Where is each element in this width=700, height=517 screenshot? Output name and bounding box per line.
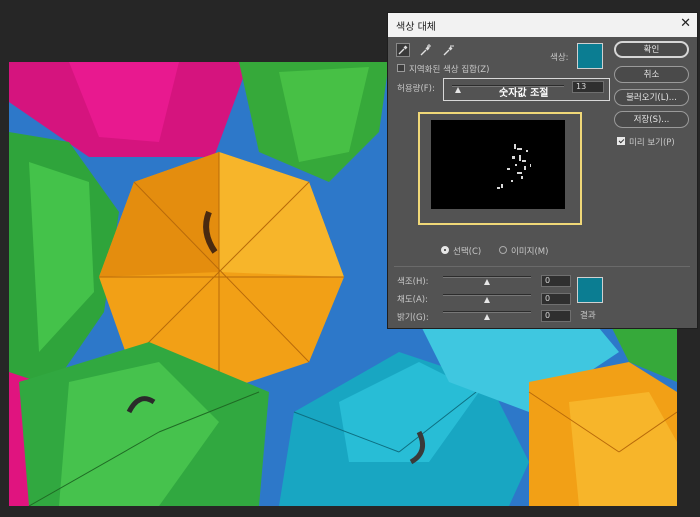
sample-color-swatch[interactable]	[577, 43, 603, 69]
lightness-value-input[interactable]: 0	[541, 310, 571, 322]
localized-clusters-checkbox[interactable]	[397, 64, 405, 72]
selection-radio-label: 선택(C)	[453, 247, 482, 257]
fuzziness-thumb[interactable]	[455, 87, 462, 93]
section-divider	[394, 266, 690, 267]
fuzziness-value-input[interactable]: 13	[572, 81, 604, 93]
hue-track	[443, 276, 531, 278]
close-icon[interactable]: ✕	[680, 16, 691, 32]
selection-preview	[431, 120, 565, 209]
hue-label: 색조(H):	[397, 277, 429, 287]
image-radio-label: 이미지(M)	[511, 247, 549, 257]
title-bar: 색상 대체 ✕	[388, 13, 697, 37]
hue-thumb[interactable]	[484, 279, 490, 285]
result-label: 결과	[580, 311, 596, 321]
lightness-thumb[interactable]	[484, 314, 490, 320]
color-label: 색상:	[550, 53, 569, 63]
saturation-track	[443, 294, 531, 296]
eyedropper-minus-icon[interactable]	[442, 43, 456, 57]
preview-label: 미리 보기(P)	[629, 138, 675, 148]
saturation-value-input[interactable]: 0	[541, 293, 571, 305]
tooltip-numeric-adjust: 숫자값 조절	[499, 88, 549, 99]
load-button[interactable]: 불러오기(L)...	[614, 89, 689, 106]
saturation-label: 채도(A):	[397, 295, 428, 305]
eyedropper-plus-icon[interactable]	[419, 43, 433, 57]
saturation-thumb[interactable]	[484, 297, 490, 303]
hue-value-input[interactable]: 0	[541, 275, 571, 287]
cancel-button[interactable]: 취소	[614, 66, 689, 83]
selection-radio[interactable]	[441, 246, 449, 254]
fuzziness-label: 허용량(F):	[397, 84, 435, 94]
image-radio[interactable]	[499, 246, 507, 254]
result-color-swatch[interactable]	[577, 277, 603, 303]
lightness-label: 밝기(G):	[397, 313, 429, 323]
ok-button[interactable]: 확인	[614, 41, 689, 58]
preview-checkbox[interactable]	[617, 137, 625, 145]
eyedropper-icon[interactable]	[396, 43, 410, 57]
dialog-title: 색상 대체	[396, 22, 436, 33]
lightness-track	[443, 311, 531, 313]
localized-clusters-label: 지역화된 색상 집합(Z)	[409, 65, 490, 75]
save-button[interactable]: 저장(S)...	[614, 111, 689, 128]
replace-color-dialog: 색상 대체 ✕ 지역화된 색상 집합(Z) 색상: 허용량(F): 숫자값 조절…	[387, 12, 698, 329]
